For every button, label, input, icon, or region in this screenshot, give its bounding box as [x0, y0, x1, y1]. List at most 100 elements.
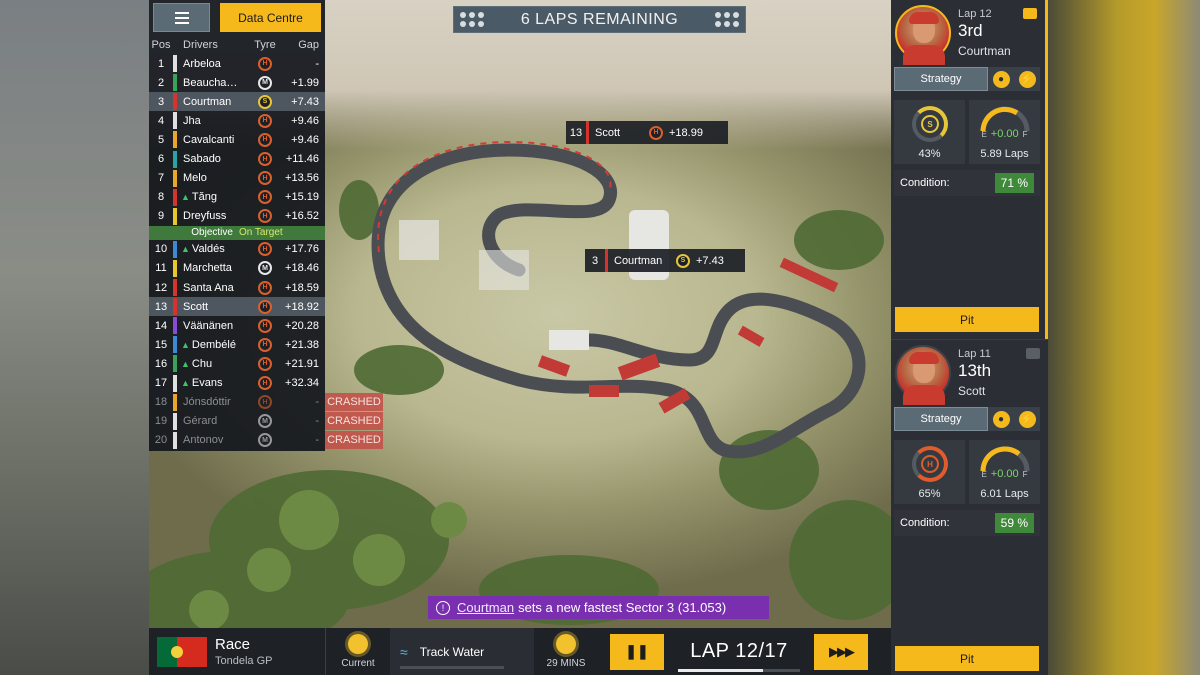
row-pos: 14	[154, 319, 168, 332]
standings-row[interactable]: 7 Melo H +13.56	[149, 169, 325, 188]
row-pos: 11	[155, 262, 167, 275]
hard-tyre-icon: H	[258, 152, 272, 167]
ers-mode-button[interactable]: ⚡	[1014, 407, 1040, 431]
ers-mode-button[interactable]: ⚡	[1014, 67, 1040, 91]
team-color-bar	[605, 249, 608, 272]
standings-row[interactable]: 12 Santa Ana H +18.59	[149, 278, 325, 297]
position-up-icon: ▲	[183, 339, 190, 350]
standings-row[interactable]: 6 Sabado H +11.46	[149, 149, 325, 168]
row-driver-name: Sabado	[183, 153, 221, 166]
team-color-bar	[173, 317, 177, 335]
driver-lap: Lap 12	[958, 8, 992, 20]
driver-avatar[interactable]	[895, 345, 951, 405]
strategy-button[interactable]: Strategy	[894, 67, 988, 91]
data-centre-button[interactable]: Data Centre	[220, 3, 321, 32]
standings-row[interactable]: 20 Antonov M - CRASHED	[149, 430, 383, 450]
strategy-button[interactable]: Strategy	[894, 407, 988, 431]
row-pos: 7	[157, 172, 165, 185]
fuel-empty-label: E	[981, 470, 987, 479]
standings-row[interactable]: 13 Scott H +18.92	[149, 297, 325, 317]
hard-tyre-icon: H	[258, 356, 272, 371]
tyre-wear-gauge: S 43%	[894, 100, 965, 164]
driver-avatar[interactable]	[895, 5, 951, 65]
standings-row[interactable]: 15 ▲ Dembélé H +21.38	[149, 335, 325, 354]
row-tyre: H	[251, 152, 279, 167]
pit-button[interactable]: Pit	[895, 646, 1039, 671]
standings-row[interactable]: 11 Marchetta M +18.46	[149, 259, 325, 278]
row-driver: Antonov	[183, 434, 251, 446]
track-water-indicator: ≈ Track Water	[390, 628, 534, 675]
camera-icon[interactable]	[1023, 8, 1037, 19]
row-driver-name: Gérard	[183, 415, 218, 428]
medium-tyre-icon: M	[258, 414, 272, 429]
position-up-icon: ▲	[183, 378, 190, 389]
standings-row[interactable]: 1 Arbeloa H -	[149, 54, 325, 73]
pause-button[interactable]: ❚❚	[610, 633, 664, 670]
weather-current[interactable]: Current	[326, 634, 390, 669]
row-pos: 1	[157, 57, 165, 70]
row-driver: Marchetta	[183, 262, 251, 274]
hard-tyre-icon: H	[258, 113, 272, 128]
row-driver-name: Jónsdóttir	[183, 396, 231, 409]
standings-row[interactable]: 10 ▲ Valdés H +17.76	[149, 240, 325, 259]
standings-row[interactable]: 8 ▲ Tăng H +15.19	[149, 188, 325, 207]
row-driver: Gérard	[183, 415, 251, 427]
row-pos: 4	[157, 114, 165, 127]
row-tyre: H	[251, 242, 279, 257]
team-color-bar	[173, 431, 177, 449]
fuel-gauge: E +0.00 F 5.89 Laps	[969, 100, 1040, 164]
track-tag-courtman[interactable]: 3 Courtman S +7.43	[585, 249, 745, 272]
team-color-bar	[173, 374, 177, 392]
driver-position: 3rd	[958, 21, 983, 40]
row-gap: +9.46	[291, 114, 319, 127]
position-up-icon: ▲	[183, 244, 190, 255]
fuel-drop-icon: ●	[992, 410, 1010, 428]
standings-row[interactable]: 19 Gérard M - CRASHED	[149, 411, 383, 431]
fuel-mode-button[interactable]: ●	[988, 67, 1014, 91]
row-driver-name: Dreyfuss	[183, 210, 227, 223]
row-gap: +11.46	[285, 153, 319, 166]
team-color-bar	[173, 355, 177, 373]
fast-forward-button[interactable]: ▶▶▶	[814, 633, 868, 670]
standings-row[interactable]: 4 Jha H +9.46	[149, 111, 325, 130]
fuel-delta-value: +0.00	[990, 128, 1019, 140]
condition-value: 59 %	[994, 513, 1034, 533]
standings-row[interactable]: 3 Courtman S +7.43	[149, 92, 325, 112]
standings-row[interactable]: 18 Jónsdóttir H - CRASHED	[149, 392, 383, 412]
camera-icon[interactable]	[1026, 348, 1040, 359]
tyre-wear-value: 43%	[918, 148, 941, 160]
row-tyre: H	[251, 376, 279, 391]
row-gap: +18.59	[285, 281, 319, 294]
row-driver: Sabado	[183, 153, 251, 165]
row-tyre: M	[251, 433, 279, 448]
standings-row[interactable]: 17 ▲ Evans H +32.34	[149, 374, 325, 393]
fuel-gauge: E +0.00 F 6.01 Laps	[969, 440, 1040, 504]
menu-button[interactable]	[153, 3, 210, 32]
fuel-delta-value: +0.00	[990, 468, 1019, 480]
row-pos: 19	[154, 415, 168, 428]
row-gap: +32.34	[285, 377, 319, 390]
standings-row[interactable]: 2 Beaucha… M +1.99	[149, 73, 325, 92]
driver-card-scott[interactable]: Lap 11 13th Scott Strategy ● ⚡ H 65% E +0…	[891, 339, 1048, 675]
crashed-badge: CRASHED	[325, 392, 383, 411]
standings-row[interactable]: 16 ▲ Chu H +21.91	[149, 354, 325, 373]
row-tyre: H	[251, 171, 279, 186]
row-pos: 8	[157, 191, 165, 204]
water-wave-icon: ≈	[400, 643, 408, 660]
pit-button[interactable]: Pit	[895, 307, 1039, 332]
fuel-full-label: F	[1022, 470, 1028, 479]
fuel-empty-label: E	[981, 130, 987, 139]
team-color-bar	[173, 188, 177, 206]
standings-row[interactable]: 9 Dreyfuss H +16.52	[149, 207, 325, 226]
toast-driver-link[interactable]: Courtman	[457, 600, 514, 615]
fastest-sector-notification[interactable]: ! Courtman sets a new fastest Sector 3 (…	[428, 596, 769, 619]
driver-card-courtman[interactable]: Lap 12 3rd Courtman Strategy ● ⚡ S 43% E…	[891, 0, 1048, 339]
standings-row[interactable]: 5 Cavalcanti H +9.46	[149, 130, 325, 149]
fuel-mode-button[interactable]: ●	[988, 407, 1014, 431]
lap-counter-text: LAP 12/17	[690, 640, 788, 662]
standings-row[interactable]: 14 Väänänen H +20.28	[149, 316, 325, 335]
team-color-bar	[173, 393, 177, 411]
weather-forecast[interactable]: 29 MINS	[534, 634, 598, 669]
col-drivers: Drivers	[183, 38, 218, 51]
track-tag-scott[interactable]: 13 Scott H +18.99	[566, 121, 728, 144]
